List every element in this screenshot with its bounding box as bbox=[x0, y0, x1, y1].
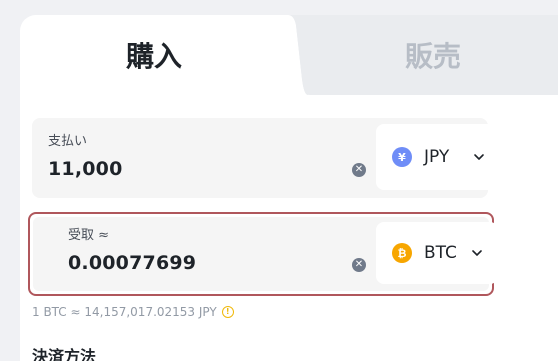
pay-field[interactable]: 支払い 11,000 ✕ ¥ JPY bbox=[32, 118, 500, 198]
chevron-down-icon bbox=[472, 250, 482, 256]
receive-currency-select[interactable]: ₿ BTC bbox=[376, 222, 498, 284]
trade-tabs: 購入 販売 bbox=[20, 15, 558, 95]
chevron-down-icon bbox=[474, 154, 484, 160]
clear-icon[interactable]: ✕ bbox=[352, 258, 366, 272]
info-warning-icon[interactable]: ! bbox=[221, 306, 234, 318]
clear-icon[interactable]: ✕ bbox=[352, 163, 366, 177]
tab-buy[interactable]: 購入 bbox=[20, 15, 288, 95]
exchange-rate-text: 1 BTC ≈ 14,157,017.02153 JPY bbox=[32, 305, 217, 319]
pay-currency-select[interactable]: ¥ JPY bbox=[376, 124, 500, 190]
pay-amount-input[interactable]: 11,000 bbox=[48, 158, 123, 180]
pay-label: 支払い bbox=[48, 134, 88, 149]
receive-amount-input[interactable]: 0.00077699 bbox=[68, 252, 196, 274]
receive-label: 受取 ≈ bbox=[68, 228, 110, 243]
payment-method-title: 決済方法 bbox=[32, 347, 97, 361]
yen-icon: ¥ bbox=[392, 147, 412, 167]
tab-sell[interactable]: 販売 bbox=[288, 15, 558, 95]
receive-field[interactable]: 受取 ≈ 0.00077699 ✕ ₿ BTC bbox=[28, 212, 498, 296]
exchange-rate: 1 BTC ≈ 14,157,017.02153 JPY ! bbox=[32, 305, 234, 319]
receive-currency-label: BTC bbox=[424, 243, 457, 263]
bitcoin-icon: ₿ bbox=[392, 243, 412, 263]
pay-currency-label: JPY bbox=[424, 147, 450, 167]
